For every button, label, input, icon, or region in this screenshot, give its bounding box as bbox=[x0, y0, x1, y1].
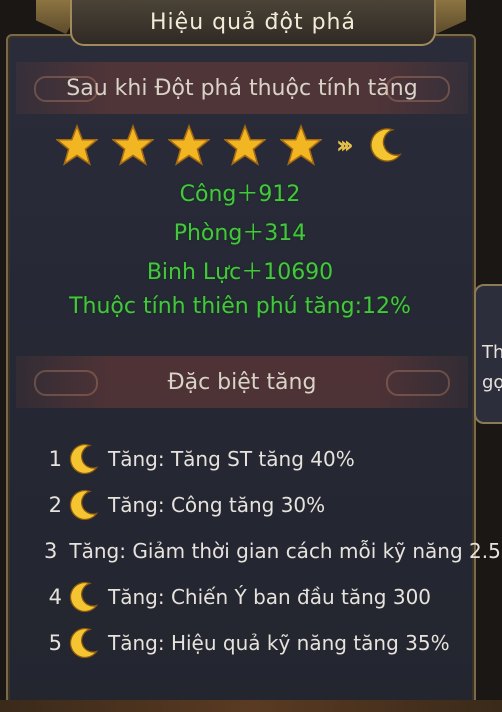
list-item: 3 Tăng: Giảm thời gian cách mỗi kỹ năng … bbox=[44, 528, 502, 574]
breakthrough-header-text: Sau khi Đột phá thuộc tính tăng bbox=[66, 75, 418, 101]
stat-defense: Phòng＋314 bbox=[173, 221, 307, 246]
breakthrough-section-header: Sau khi Đột phá thuộc tính tăng bbox=[16, 62, 468, 114]
item-prefix: Tăng: bbox=[108, 631, 165, 655]
chevron-right-icon: ››› bbox=[336, 131, 354, 159]
list-item: 2 Tăng: Công tăng 30% bbox=[44, 482, 484, 528]
item-number: 5 bbox=[48, 631, 62, 655]
item-text: Hiệu quả kỹ năng tăng 35% bbox=[170, 631, 450, 655]
moon-icon bbox=[69, 581, 99, 613]
item-number: 2 bbox=[48, 493, 62, 517]
item-number: 4 bbox=[48, 585, 62, 609]
list-item: 4 Tăng: Chiến Ý ban đầu tăng 300 bbox=[44, 574, 484, 620]
item-text: Giảm thời gian cách mỗi kỹ năng 2.5s bbox=[132, 539, 502, 563]
swirl-ornament-right bbox=[386, 76, 450, 102]
item-prefix: Tăng: bbox=[108, 585, 165, 609]
special-bonus-list: 1 Tăng: Tăng ST tăng 40% 2 Tăng: Công tă… bbox=[44, 436, 502, 666]
stat-attack: Công＋912 bbox=[179, 182, 301, 207]
star-icon bbox=[112, 124, 154, 166]
item-number: 1 bbox=[48, 447, 62, 471]
stat-talent: Thuộc tính thiên phú tăng:12% bbox=[69, 294, 411, 319]
item-text: Tăng ST tăng 40% bbox=[170, 447, 355, 471]
side-tab-line1: Thu bbox=[482, 342, 502, 363]
bottom-border bbox=[0, 700, 502, 712]
swirl-ornament-right bbox=[386, 370, 450, 396]
panel-title-text: Hiệu quả đột phá bbox=[150, 9, 356, 35]
stat-troops: Binh Lực＋10690 bbox=[146, 260, 334, 285]
star-icon bbox=[280, 124, 322, 166]
special-header-text: Đặc biệt tăng bbox=[167, 369, 317, 395]
side-tab[interactable]: Thu gọi bbox=[474, 284, 502, 424]
swirl-ornament-left bbox=[34, 76, 98, 102]
special-section-header: Đặc biệt tăng bbox=[16, 356, 468, 408]
item-number: 3 bbox=[44, 539, 58, 563]
star-icon bbox=[56, 124, 98, 166]
panel-title: Hiệu quả đột phá bbox=[70, 0, 436, 46]
moon-icon bbox=[69, 489, 99, 521]
star-icon bbox=[224, 124, 266, 166]
item-prefix: Tăng: bbox=[108, 447, 165, 471]
item-text: Công tăng 30% bbox=[170, 493, 326, 517]
list-item: 5 Tăng: Hiệu quả kỹ năng tăng 35% bbox=[44, 620, 484, 666]
moon-icon bbox=[69, 443, 99, 475]
moon-icon bbox=[370, 128, 402, 162]
item-prefix: Tăng: bbox=[108, 493, 165, 517]
moon-icon bbox=[69, 627, 99, 659]
side-tab-line2: gọi bbox=[482, 372, 502, 393]
item-text: Chiến Ý ban đầu tăng 300 bbox=[170, 585, 432, 609]
star-rating-row: ››› bbox=[56, 124, 404, 166]
swirl-ornament-left bbox=[34, 370, 98, 396]
list-item: 1 Tăng: Tăng ST tăng 40% bbox=[44, 436, 484, 482]
item-prefix: Tăng: bbox=[69, 539, 126, 563]
star-icon bbox=[168, 124, 210, 166]
